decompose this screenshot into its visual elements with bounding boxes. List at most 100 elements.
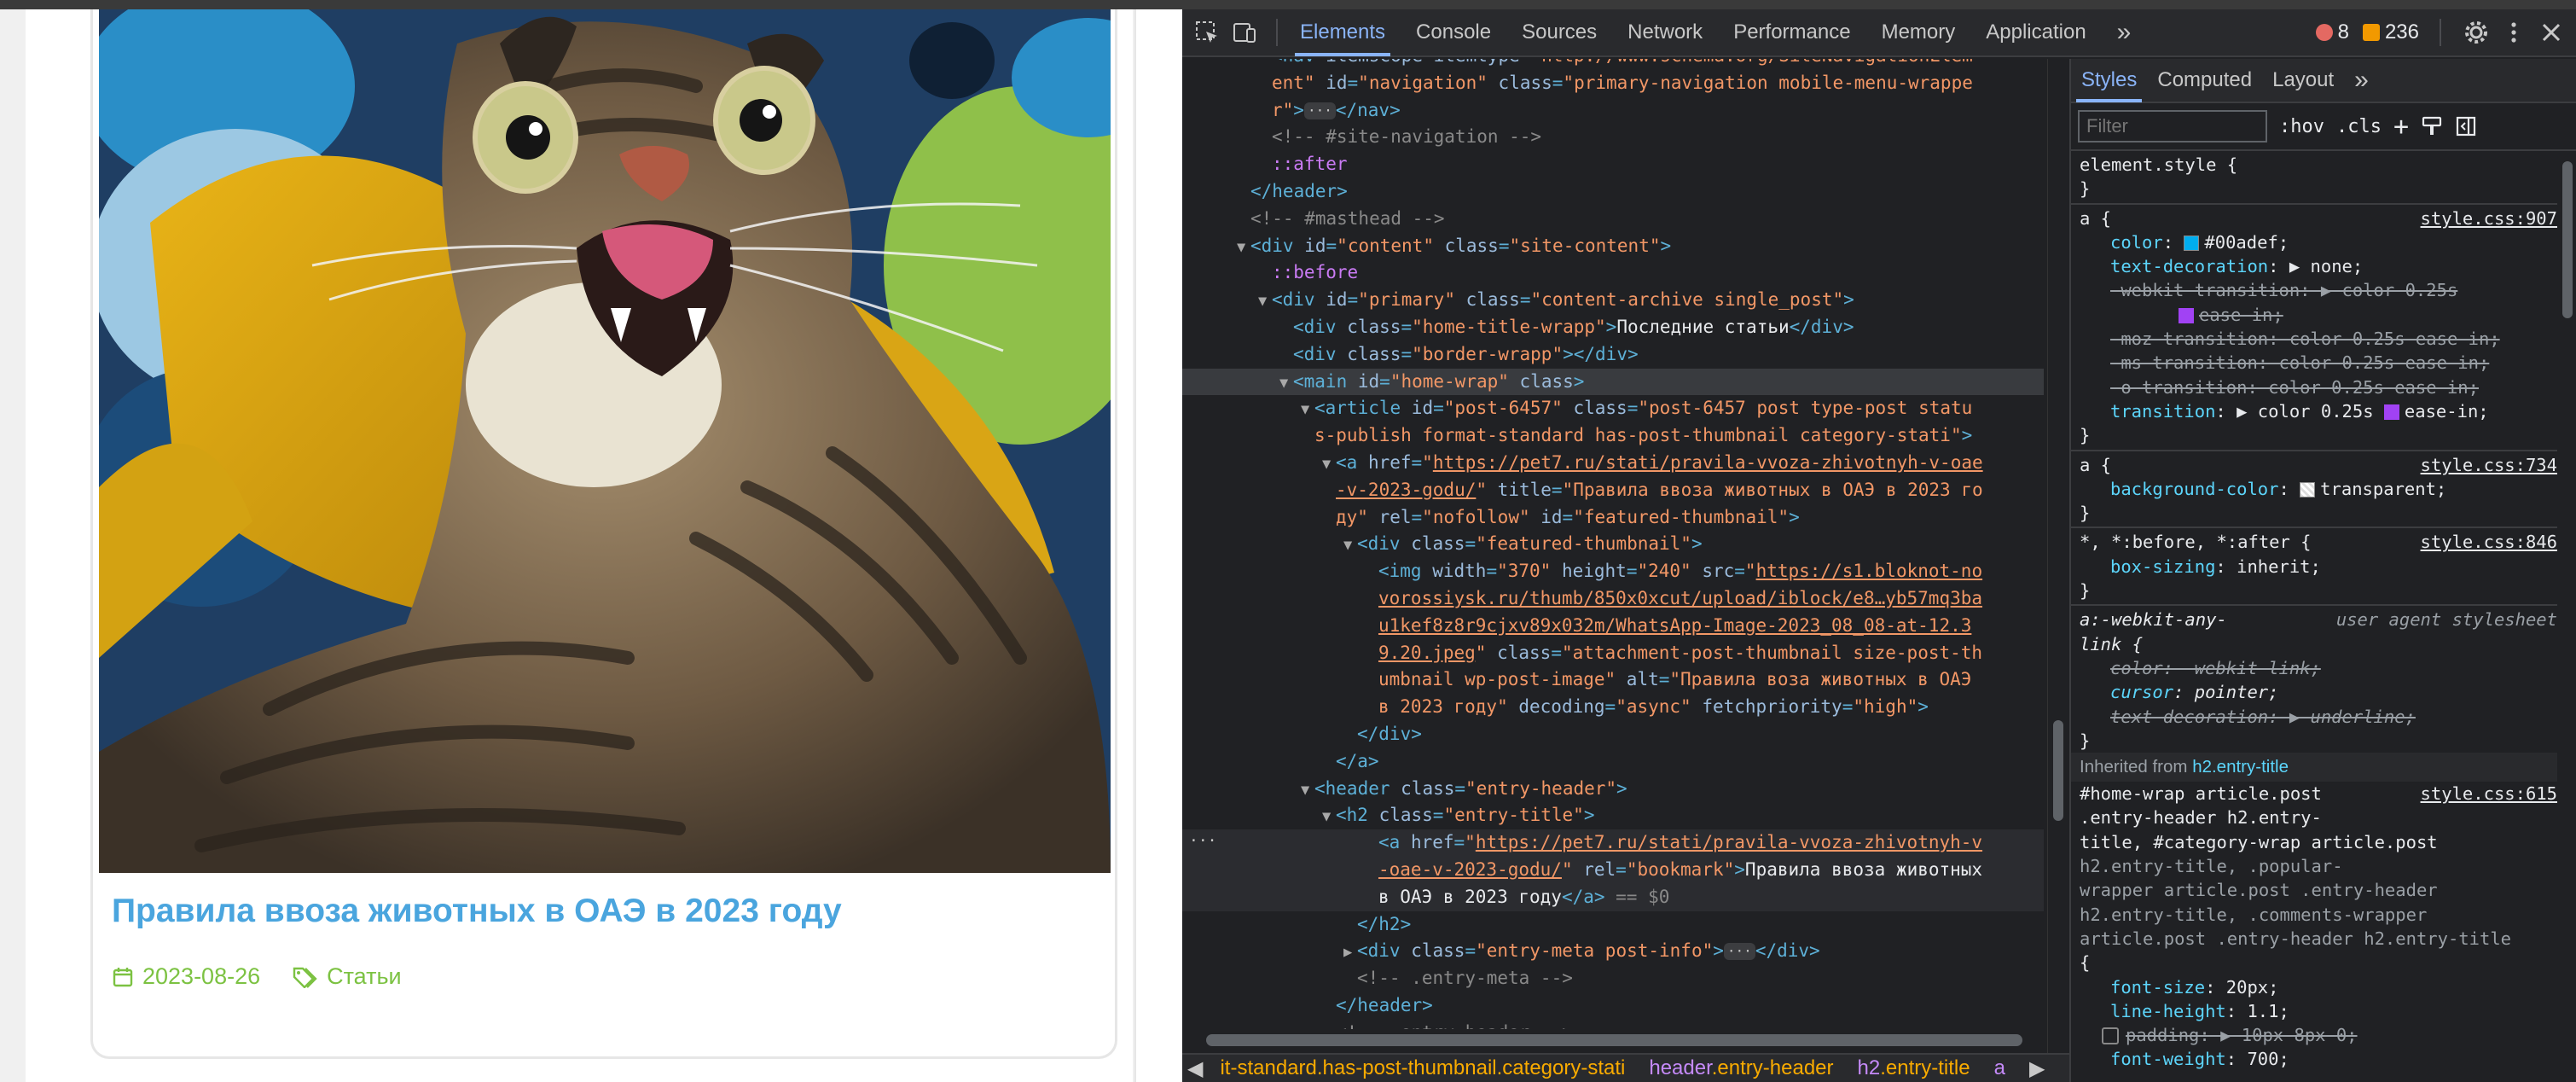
tab-sources[interactable]: Sources <box>1506 9 1612 56</box>
tab-computed[interactable]: Computed <box>2147 58 2262 102</box>
dom-node-line[interactable]: ▼ <main id="home-wrap" class> <box>1182 368 2044 396</box>
dom-node-line[interactable]: ▼ <header class="entry-header"> <box>1182 776 2044 803</box>
featured-thumbnail-image[interactable] <box>99 9 1111 873</box>
dom-node-line[interactable]: umbnail wp-post-image" alt="Правила воза… <box>1182 666 2044 694</box>
rule-source-link[interactable]: style.css:846 <box>2421 530 2557 554</box>
css-property[interactable]: color <box>2110 232 2163 253</box>
toggle-sidebar-icon[interactable] <box>2455 115 2477 137</box>
dom-node-line[interactable]: r"> ··· </nav> <box>1182 97 2044 125</box>
css-value[interactable]: 1.1; <box>2247 1001 2289 1021</box>
elements-dom-tree[interactable]: <nav itemscope itemtype="http://www.sche… <box>1182 59 2069 1053</box>
rule-source-link[interactable]: style.css:615 <box>2421 782 2557 806</box>
dom-node-line[interactable]: vorossiysk.ru/thumb/850x0xcut/upload/ibl… <box>1182 585 2044 613</box>
expand-triangle-icon[interactable]: ▼ <box>1322 451 1336 477</box>
new-style-rule-plus-icon[interactable]: + <box>2393 112 2409 142</box>
rule-source-link[interactable]: style.css:907 <box>2421 207 2557 230</box>
dom-node-line[interactable]: </div> <box>1182 721 2044 748</box>
dom-node-line[interactable]: ▼ <a href="https://pet7.ru/stati/pravila-… <box>1182 450 2044 477</box>
collapsed-node-ellipsis[interactable]: ··· <box>1303 102 1336 119</box>
tab-elements[interactable]: Elements <box>1285 9 1401 56</box>
breadcrumb-item[interactable]: h2.entry-title <box>1846 1056 1982 1080</box>
styles-filter-input[interactable] <box>2078 110 2267 143</box>
tab-layout[interactable]: Layout <box>2262 58 2344 102</box>
css-property[interactable]: transition <box>2110 401 2215 422</box>
dom-node-line[interactable]: s-publish format-standard has-post-thumb… <box>1182 422 2044 450</box>
dom-horizontal-scrollbar[interactable] <box>1182 1029 2047 1051</box>
css-value[interactable]: 700; <box>2247 1049 2289 1069</box>
settings-gear-icon[interactable] <box>2463 20 2489 45</box>
dom-node-line[interactable]: ::before <box>1182 259 2044 287</box>
dom-node-line[interactable]: u1kef8z8r9cjxv89x032m/WhatsApp-Image-202… <box>1182 613 2044 640</box>
dom-node-line[interactable]: ▼ <div id="primary" class="content-archiv… <box>1182 287 2044 314</box>
dom-node-line[interactable]: ▼ <article id="post-6457" class="post-645… <box>1182 395 2044 422</box>
css-property[interactable]: font-size <box>2110 977 2205 998</box>
tab-application[interactable]: Application <box>1970 9 2101 56</box>
css-value[interactable]: inherit; <box>2237 556 2321 577</box>
css-value[interactable]: #00adef <box>2204 232 2277 253</box>
easing-editor-icon[interactable] <box>2383 404 2399 420</box>
hov-toggle[interactable]: :hov <box>2279 116 2324 137</box>
dom-node-line[interactable]: </h2> <box>1182 911 2044 939</box>
expand-triangle-icon[interactable]: ▼ <box>1343 532 1357 558</box>
paint-brush-icon[interactable] <box>2421 115 2443 137</box>
dom-node-line[interactable]: ▶ <div class="entry-meta post-info"> ··· </… <box>1182 938 2044 965</box>
expand-triangle-icon[interactable]: ▼ <box>1301 397 1314 422</box>
expand-triangle-icon[interactable]: ▼ <box>1258 288 1272 314</box>
css-value[interactable]: ease-in; <box>2405 401 2489 422</box>
dom-node-line[interactable]: <!-- #masthead --> <box>1182 206 2044 233</box>
close-devtools-icon[interactable] <box>2538 20 2564 45</box>
easing-editor-icon[interactable] <box>2179 307 2194 323</box>
dom-node-line[interactable]: <div class="home-title-wrapp">Последние … <box>1182 314 2044 341</box>
expand-triangle-icon[interactable]: ▶ <box>1343 939 1357 965</box>
node-actions-ellipsis[interactable]: ··· <box>1189 832 1217 850</box>
dom-node-line[interactable]: <div class="border-wrapp"></div> <box>1182 341 2044 369</box>
css-value[interactable]: pointer; <box>2195 682 2279 702</box>
css-value[interactable]: none; <box>2311 256 2364 276</box>
expand-triangle-icon[interactable]: ▼ <box>1322 804 1336 829</box>
dom-token[interactable]: -v-2023-godu/ <box>1336 480 1476 500</box>
dom-token[interactable]: https://pet7.ru/stati/pravila-vvoza-zhiv… <box>1476 832 1982 852</box>
post-category-link[interactable]: Статьи <box>327 963 402 990</box>
tab-memory[interactable]: Memory <box>1866 9 1971 56</box>
breadcrumb-item[interactable]: header.entry-header <box>1637 1056 1845 1080</box>
cls-toggle[interactable]: .cls <box>2336 116 2382 137</box>
element-style-selector[interactable]: element.style { <box>2080 154 2237 175</box>
device-toolbar-icon[interactable] <box>1232 20 1257 45</box>
tab-console[interactable]: Console <box>1401 9 1506 56</box>
transparent-swatch[interactable] <box>2300 481 2316 497</box>
dom-node-line[interactable]: 9.20.jpeg" class="attachment-post-thumbn… <box>1182 640 2044 667</box>
overridden-declaration[interactable]: text-decoration: ▶ underline; <box>2110 707 2416 727</box>
dom-token[interactable]: -oae-v-2023-godu/ <box>1378 859 1562 880</box>
inspect-element-icon[interactable] <box>1194 20 1220 45</box>
expand-triangle-icon[interactable]: ▼ <box>1237 235 1250 260</box>
dom-node-line[interactable]: ▼ <div id="content" class="site-content"> <box>1182 233 2044 260</box>
dom-node-line[interactable]: ::after <box>1182 151 2044 178</box>
css-value[interactable]: 20px; <box>2226 977 2279 998</box>
dom-node-line[interactable]: ▼ <h2 class="entry-title"> <box>1182 802 2044 829</box>
rule-selector[interactable]: *, *:before, *:after { <box>2080 532 2312 552</box>
dom-node-line[interactable]: ent" id="navigation" class="primary-navi… <box>1182 70 2044 97</box>
declaration-checkbox[interactable] <box>2102 1027 2119 1045</box>
dom-token[interactable]: 9.20.jpeg <box>1378 643 1476 663</box>
dom-node-line[interactable]: <img width="370" height="240" src="https… <box>1182 558 2044 585</box>
tab-network[interactable]: Network <box>1612 9 1718 56</box>
breadcrumb-item[interactable]: it-standard.has-post-thumbnail.category-… <box>1208 1056 1637 1080</box>
rule-selector[interactable]: a { <box>2080 455 2111 475</box>
dom-node-line[interactable]: -oae-v-2023-godu/" rel="bookmark">Правил… <box>1182 856 2044 884</box>
dom-node-line[interactable]: <a href="https://pet7.ru/stati/pravila-v… <box>1182 829 2044 857</box>
kebab-menu-icon[interactable] <box>2501 20 2527 45</box>
dom-node-line[interactable]: <nav itemscope itemtype="http://www.sche… <box>1182 59 2044 70</box>
css-property[interactable]: text-decoration <box>2110 256 2268 276</box>
overridden-declaration[interactable]: -ms-transition: color 0.25s ease-in; <box>2110 352 2489 373</box>
dom-node-line[interactable]: -v-2023-godu/" title="Правила ввоза живо… <box>1182 477 2044 504</box>
dom-node-line[interactable]: в 2023 году" decoding="async" fetchprior… <box>1182 694 2044 721</box>
dom-token[interactable]: https://pet7.ru/stati/pravila-vvoza-zhiv… <box>1433 452 1983 473</box>
dom-node-line[interactable]: </header> <box>1182 992 2044 1020</box>
overridden-declaration[interactable]: -webkit-transition: ▶ color 0.25s <box>2110 280 2457 300</box>
expand-triangle-icon[interactable]: ▼ <box>1301 777 1314 803</box>
styles-scrollbar[interactable] <box>2557 153 2576 1082</box>
overridden-declaration[interactable]: color: -webkit-link; <box>2110 658 2321 678</box>
dom-token[interactable]: vorossiysk.ru/thumb/850x0xcut/upload/ibl… <box>1378 588 1982 608</box>
dom-node-line[interactable]: ▼ <div class="featured-thumbnail"> <box>1182 531 2044 558</box>
rule-selector[interactable]: #home-wrap article.post <box>2080 783 2322 804</box>
